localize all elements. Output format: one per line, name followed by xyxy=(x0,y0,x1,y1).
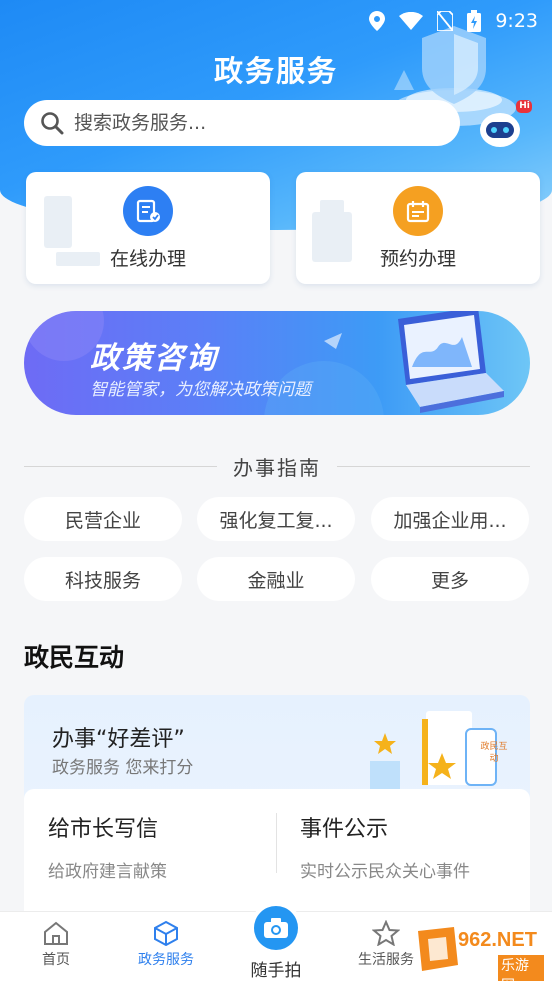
battery-charging-icon xyxy=(467,10,482,32)
banner-title: 政策咨询 xyxy=(90,341,218,376)
policy-consult-banner[interactable]: 政策咨询 智能管家，为您解决政策问题 xyxy=(24,311,530,415)
panel-divider xyxy=(276,813,277,873)
guide-chip[interactable]: 金融业 xyxy=(197,557,355,601)
guide-chip[interactable]: 强化复工复... xyxy=(197,497,355,541)
divider-line xyxy=(337,465,530,467)
guide-title: 办事指南 xyxy=(233,455,321,480)
camera-icon xyxy=(264,918,288,938)
appointment-label: 预约办理 xyxy=(379,247,456,270)
interaction-section-title: 政民互动 xyxy=(24,643,125,672)
tab-home[interactable]: 首页 xyxy=(6,920,106,969)
cube-icon xyxy=(154,920,178,946)
page-title: 政务服务 xyxy=(213,54,338,88)
watermark-text: 962.NET xyxy=(458,929,537,951)
snapshot-camera-button[interactable] xyxy=(254,906,298,950)
online-handling-icon-circle xyxy=(123,185,173,236)
appointment-icon-circle xyxy=(393,185,443,236)
no-sim-icon xyxy=(437,11,454,31)
event-notice-subtitle: 实时公示民众关心事件 xyxy=(300,862,470,882)
mayor-letter-title: 给市长写信 xyxy=(48,817,159,842)
appointment-card[interactable]: 预约办理 xyxy=(296,172,540,284)
event-notice-title: 事件公示 xyxy=(300,817,389,842)
robot-badge: Hi xyxy=(519,101,530,111)
tab-home-label: 首页 xyxy=(42,952,70,968)
divider-line xyxy=(24,465,217,467)
calendar-icon xyxy=(406,200,430,222)
search-bar[interactable] xyxy=(24,100,460,146)
wifi-icon xyxy=(399,12,424,30)
tab-government-service[interactable]: 政务服务 xyxy=(116,920,216,969)
home-icon xyxy=(44,921,68,945)
tab-snapshot-label[interactable]: 随手拍 xyxy=(226,956,326,981)
guide-chip[interactable]: 民营企业 xyxy=(24,497,182,541)
location-icon xyxy=(369,11,386,31)
star-icon xyxy=(372,920,400,946)
bottom-tab-bar: 首页 政务服务 随手拍 生活服务 962.NET 乐游网 xyxy=(0,906,552,981)
laptop-chart-icon xyxy=(398,311,504,413)
online-handling-label: 在线办理 xyxy=(109,247,186,270)
search-input[interactable] xyxy=(74,112,434,134)
guide-chip[interactable]: 加强企业用... xyxy=(371,497,529,541)
online-handling-card[interactable]: 在线办理 xyxy=(26,172,270,284)
search-icon xyxy=(41,112,64,135)
banner-subtitle: 智能管家，为您解决政策问题 xyxy=(90,380,311,400)
watermark-subtext: 乐游网 xyxy=(498,955,544,981)
tab-life-service-label: 生活服务 xyxy=(358,952,414,968)
rating-subtitle: 政务服务 您来打分 xyxy=(52,758,194,778)
rating-title[interactable]: 办事“好差评” xyxy=(52,721,185,753)
mayor-letter-subtitle: 给政府建言献策 xyxy=(48,862,167,882)
guide-section-header: 办事指南 xyxy=(24,452,530,480)
tab-government-service-label: 政务服务 xyxy=(138,952,194,968)
document-edit-icon xyxy=(136,199,160,222)
status-bar: 9:23 xyxy=(0,0,552,42)
assistant-robot-button[interactable]: Hi xyxy=(478,100,532,150)
card-background-illustration xyxy=(312,200,352,262)
event-notice-item[interactable]: 事件公示 实时公示民众关心事件 xyxy=(300,811,470,882)
mayor-letter-item[interactable]: 给市长写信 给政府建言献策 xyxy=(48,811,167,882)
card-background-illustration xyxy=(44,196,100,266)
status-time: 9:23 xyxy=(495,10,538,32)
guide-chip[interactable]: 科技服务 xyxy=(24,557,182,601)
illustration-tag: 政民互动 xyxy=(480,742,508,764)
guide-chip-more[interactable]: 更多 xyxy=(371,557,529,601)
interaction-card: 办事“好差评” 政务服务 您来打分 政民互动 给市长写信 给政府建言献策 事件公… xyxy=(24,695,530,935)
site-watermark: 962.NET 乐游网 xyxy=(414,925,544,981)
